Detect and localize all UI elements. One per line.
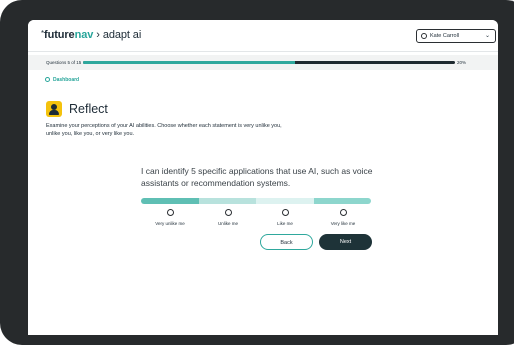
circle-arrow-icon xyxy=(45,77,50,82)
logo-nav: nav xyxy=(74,29,94,41)
option-label: Like me xyxy=(277,221,293,226)
option-very-unlike-me[interactable]: Very unlike me xyxy=(142,209,198,226)
dashboard-label: Dashboard xyxy=(53,77,80,83)
progress-track xyxy=(83,61,455,64)
user-menu-button[interactable]: Kate Carroll ⌄ xyxy=(416,29,496,43)
option-very-like-me[interactable]: Very like me xyxy=(315,209,371,226)
scale-segment-4 xyxy=(313,198,371,204)
app-screen: *futurenav › adapt ai Kate Carroll ⌄ Quest… xyxy=(28,20,498,335)
option-label: Very unlike me xyxy=(155,221,185,226)
scale-segment-3 xyxy=(256,198,314,204)
back-button[interactable]: Back xyxy=(260,234,313,250)
radio-button[interactable] xyxy=(281,209,289,216)
logo-future: future xyxy=(44,29,75,41)
radio-button[interactable] xyxy=(224,209,232,216)
instructions-text: Examine your perceptions of your AI abil… xyxy=(46,123,282,137)
brand-logo[interactable]: *futurenav › adapt ai xyxy=(41,29,141,41)
option-like-me[interactable]: Like me xyxy=(257,209,313,226)
scale-segment-1 xyxy=(141,198,199,204)
option-label: Unlike me xyxy=(217,221,238,226)
option-label: Very like me xyxy=(330,221,356,226)
person-body xyxy=(49,110,59,115)
person-icon xyxy=(46,101,62,117)
app-name: adapt ai xyxy=(102,29,142,41)
question-count: Questions 5 of 15 xyxy=(46,60,82,65)
user-circle-icon xyxy=(421,33,427,39)
user-name: Kate Carroll xyxy=(430,33,460,39)
section-title: Reflect xyxy=(69,102,108,116)
option-unlike-me[interactable]: Unlike me xyxy=(200,209,256,226)
chevron-down-icon: ⌄ xyxy=(484,33,490,39)
radio-button[interactable] xyxy=(339,209,347,216)
brand-separator: › xyxy=(96,29,100,41)
radio-button[interactable] xyxy=(166,209,174,216)
dashboard-link[interactable]: Dashboard xyxy=(45,77,79,83)
likert-scale-bar xyxy=(141,198,371,204)
progress-fill xyxy=(83,61,296,64)
question-statement: I can identify 5 specific applications t… xyxy=(141,166,373,188)
next-button[interactable]: Next xyxy=(319,234,372,250)
progress-row: Questions 5 of 15 20% xyxy=(28,55,498,70)
progress-percent: 20% xyxy=(457,60,467,65)
top-bar: *futurenav › adapt ai Kate Carroll ⌄ xyxy=(28,20,498,52)
scale-segment-2 xyxy=(198,198,256,204)
